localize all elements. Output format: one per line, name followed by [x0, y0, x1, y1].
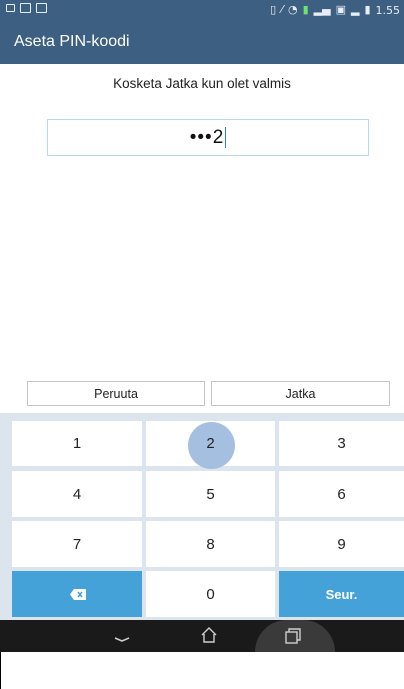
app-bar: Aseta PIN-koodi — [0, 22, 404, 64]
home-icon[interactable] — [200, 626, 218, 648]
pin-input-value: •••2 — [189, 126, 225, 148]
numeric-keypad: 1 2 3 4 5 6 7 8 9 0 Seur. — [0, 413, 404, 620]
mute-icon: ⁄ — [281, 3, 283, 16]
key-4[interactable]: 4 — [12, 471, 142, 517]
sim-icon: ▣ — [335, 3, 346, 16]
key-7[interactable]: 7 — [12, 521, 142, 567]
key-8[interactable]: 8 — [146, 521, 275, 567]
status-time: 1.55 — [375, 3, 401, 17]
battery-icon: ▮ — [364, 3, 371, 16]
continue-button[interactable]: Jatka — [211, 381, 390, 406]
key-1[interactable]: 1 — [12, 421, 142, 466]
back-icon[interactable] — [112, 626, 132, 650]
wifi-icon: ◔ — [287, 3, 298, 16]
navigation-bar — [0, 620, 404, 652]
image-notification-icon — [36, 3, 47, 13]
text-cursor — [225, 127, 227, 148]
backspace-icon — [69, 589, 86, 600]
status-bar: ▯ ⁄ ◔ ▮ ▂▄ ▣ ▂ ▮ 1.55 — [0, 0, 404, 22]
key-0[interactable]: 0 — [146, 571, 275, 617]
key-6[interactable]: 6 — [279, 471, 404, 517]
recents-icon[interactable] — [285, 628, 301, 648]
key-3[interactable]: 3 — [279, 421, 404, 466]
key-5[interactable]: 5 — [146, 471, 275, 517]
next-key[interactable]: Seur. — [279, 571, 404, 617]
pin-input[interactable]: •••2 — [47, 119, 369, 156]
signal-secondary-icon: ▂ — [350, 3, 360, 16]
data-saver-icon: ▮ — [302, 3, 309, 16]
blank-area — [0, 652, 404, 689]
cancel-button[interactable]: Peruuta — [27, 381, 205, 406]
page-title: Aseta PIN-koodi — [14, 33, 130, 50]
backspace-key[interactable] — [12, 571, 142, 617]
key-2[interactable]: 2 — [146, 421, 275, 469]
vibrate-icon: ▯ — [270, 3, 277, 16]
key-9[interactable]: 9 — [279, 521, 404, 567]
instruction-text: Kosketa Jatka kun olet valmis — [113, 76, 291, 91]
message-notification-icon — [20, 3, 31, 13]
signal-icon: ▂▄ — [313, 3, 331, 16]
keyboard-notification-icon — [6, 4, 15, 12]
